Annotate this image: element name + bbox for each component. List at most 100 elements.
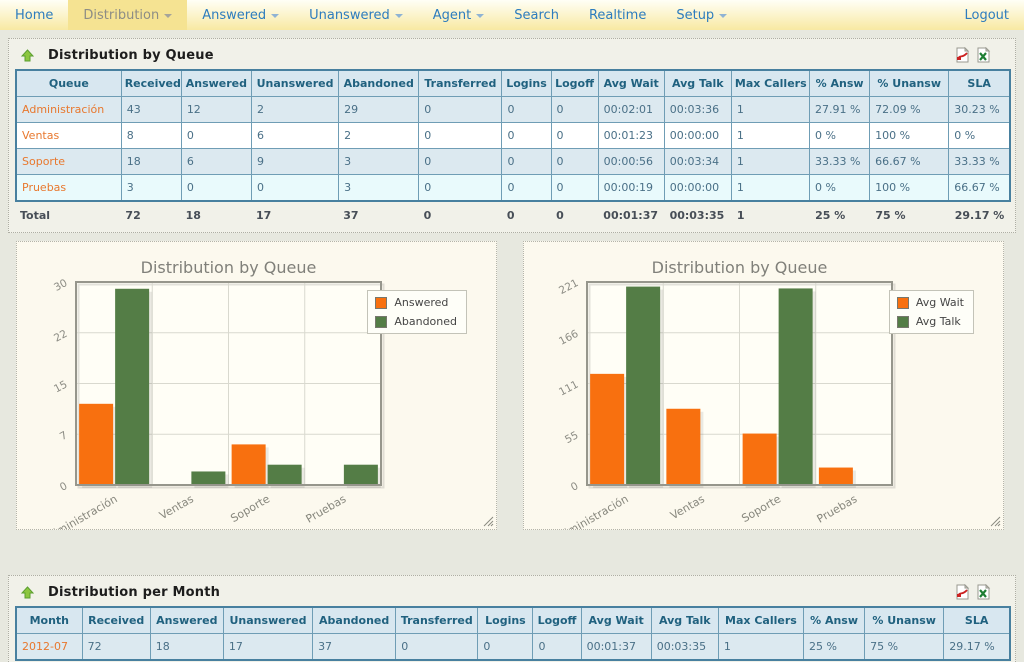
- x-axis-tick-label: Administración: [553, 492, 631, 529]
- total-cell: 75 %: [870, 202, 949, 229]
- collapse-up-arrow-icon[interactable]: [21, 49, 34, 62]
- table-cell: 00:02:01: [598, 97, 664, 123]
- column-header-transferred: Transferred: [419, 70, 502, 97]
- chart-title: Distribution by Queue: [652, 258, 828, 277]
- table-cell: 25 %: [804, 634, 865, 661]
- section-distribution-by-queue: Distribution by Queue QueueReceivedAnswe…: [8, 38, 1016, 233]
- nav-item-logout[interactable]: Logout: [949, 0, 1024, 30]
- section-title: Distribution per Month: [48, 585, 220, 600]
- x-axis-tick-label: Soporte: [228, 492, 272, 525]
- table-cell: 0: [551, 97, 598, 123]
- column-header-answ: % Answ: [804, 607, 865, 634]
- section-header: Distribution by Queue: [9, 39, 1015, 69]
- table-cell: 29: [339, 97, 419, 123]
- table-cell: 72.09 %: [870, 97, 949, 123]
- table-cell: 43: [121, 97, 181, 123]
- table-cell: 6: [251, 123, 338, 149]
- column-header-month: Month: [16, 607, 82, 634]
- total-cell: 29.17 %: [950, 202, 1011, 229]
- table-cell: 33.33 %: [949, 149, 1010, 175]
- column-header-abandoned: Abandoned: [339, 70, 419, 97]
- row-link[interactable]: Administración: [16, 97, 121, 123]
- table-cell: 66.67 %: [870, 149, 949, 175]
- nav-item-label: Distribution: [83, 8, 159, 23]
- row-link[interactable]: Pruebas: [16, 175, 121, 202]
- table-cell: 00:03:36: [664, 97, 731, 123]
- chevron-down-icon: [164, 14, 172, 18]
- bar-abandoned-soporte: [268, 465, 302, 485]
- table-cell: 00:03:34: [664, 149, 731, 175]
- nav-item-label: Answered: [202, 8, 266, 23]
- column-header-max-callers: Max Callers: [718, 607, 803, 634]
- table-cell: 72: [82, 634, 150, 661]
- total-cell: 00:01:37: [598, 202, 664, 229]
- table-cell: 0: [419, 149, 502, 175]
- bar-chart-svg: Distribution by Queue055111166221Adminis…: [524, 242, 1003, 529]
- row-link[interactable]: Soporte: [16, 149, 121, 175]
- top-navigation: HomeDistributionAnsweredUnansweredAgentS…: [0, 0, 1024, 30]
- column-header-avg-wait: Avg Wait: [598, 70, 664, 97]
- table-cell: 2: [251, 97, 338, 123]
- resize-grip[interactable]: [990, 516, 1001, 527]
- nav-item-search[interactable]: Search: [499, 0, 574, 30]
- y-axis-tick-label: 0: [569, 480, 581, 494]
- table-cell: 00:00:56: [598, 149, 664, 175]
- table-cell: 1: [731, 175, 809, 202]
- bar-avg-wait-soporte: [743, 434, 777, 485]
- table-cell: 1: [731, 97, 809, 123]
- nav-item-distribution[interactable]: Distribution: [68, 0, 187, 30]
- table-cell: 18: [150, 634, 223, 661]
- total-row: Total7218173700000:01:3700:03:35125 %75 …: [15, 202, 1011, 229]
- legend-entry-answered: Answered: [375, 296, 457, 309]
- legend-swatch: [897, 316, 909, 328]
- nav-item-unanswered[interactable]: Unanswered: [294, 0, 418, 30]
- y-axis-tick-label: 30: [52, 277, 69, 294]
- x-axis-tick-label: Ventas: [668, 492, 707, 522]
- table-row: Administración431222900000:02:0100:03:36…: [16, 97, 1010, 123]
- column-header-answ: % Answ: [810, 70, 870, 97]
- legend-swatch: [375, 316, 387, 328]
- chevron-down-icon: [395, 14, 403, 18]
- nav-item-home[interactable]: Home: [0, 0, 68, 30]
- pdf-export-icon[interactable]: [955, 47, 970, 63]
- column-header-queue: Queue: [16, 70, 121, 97]
- excel-export-icon[interactable]: [976, 584, 991, 600]
- bar-avg-wait-administración: [590, 374, 624, 485]
- y-axis-tick-label: 22: [52, 328, 69, 345]
- y-axis-tick-label: 0: [58, 480, 70, 494]
- y-axis-tick-label: 166: [557, 328, 581, 348]
- bar-abandoned-ventas: [191, 471, 225, 485]
- table-cell: 0: [502, 175, 551, 202]
- table-cell: 00:03:35: [651, 634, 718, 661]
- resize-grip[interactable]: [483, 516, 494, 527]
- section-header: Distribution per Month: [9, 576, 1015, 606]
- nav-item-setup[interactable]: Setup: [661, 0, 742, 30]
- column-header-answered: Answered: [150, 607, 223, 634]
- table-row: Soporte1869300000:00:5600:03:34133.33 %6…: [16, 149, 1010, 175]
- x-axis-tick-label: Soporte: [739, 492, 783, 525]
- pdf-export-icon[interactable]: [955, 584, 970, 600]
- x-axis-tick-label: Ventas: [157, 492, 196, 522]
- column-header-received: Received: [121, 70, 181, 97]
- table-cell: 33.33 %: [810, 149, 870, 175]
- nav-item-agent[interactable]: Agent: [418, 0, 499, 30]
- table-cell: 00:00:19: [598, 175, 664, 202]
- excel-export-icon[interactable]: [976, 47, 991, 63]
- distribution-by-queue-table: QueueReceivedAnsweredUnansweredAbandoned…: [15, 69, 1011, 202]
- row-link[interactable]: 2012-07: [16, 634, 82, 661]
- column-header-transferred: Transferred: [396, 607, 478, 634]
- row-link[interactable]: Ventas: [16, 123, 121, 149]
- bar-answered-soporte: [232, 444, 266, 485]
- collapse-up-arrow-icon[interactable]: [21, 586, 34, 599]
- table-cell: 0: [419, 97, 502, 123]
- table-cell: 9: [251, 149, 338, 175]
- nav-item-realtime[interactable]: Realtime: [574, 0, 661, 30]
- chevron-down-icon: [719, 14, 727, 18]
- total-cell: 17: [251, 202, 338, 229]
- table-cell: 0: [551, 149, 598, 175]
- y-axis-tick-label: 221: [557, 277, 580, 297]
- total-cell: 0: [551, 202, 598, 229]
- column-header-unanswered: Unanswered: [223, 607, 312, 634]
- nav-item-answered[interactable]: Answered: [187, 0, 294, 30]
- chart-legend: Avg WaitAvg Talk: [889, 290, 974, 334]
